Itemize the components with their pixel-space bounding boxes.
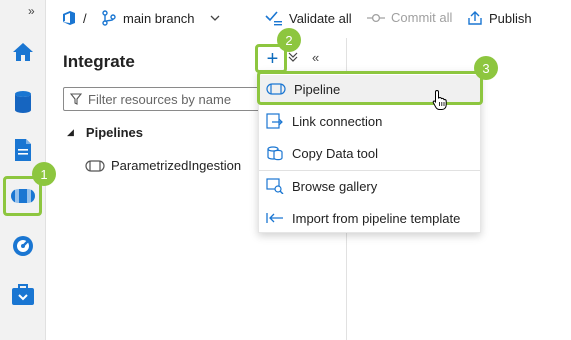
gallery-icon	[266, 178, 284, 194]
home-icon[interactable]	[8, 37, 38, 67]
commit-all-label: Commit all	[391, 10, 453, 25]
menu-item-browse-gallery[interactable]: Browse gallery	[259, 172, 480, 200]
panel-title: Integrate	[63, 52, 135, 71]
collapse-triangle-icon: ◢	[67, 127, 74, 137]
callout-badge-3: 3	[474, 56, 498, 80]
workspace-selector[interactable]: /	[61, 10, 87, 26]
data-icon[interactable]	[8, 87, 38, 117]
commit-icon	[367, 13, 385, 22]
filter-input[interactable]: Filter resources by name	[63, 87, 263, 111]
top-toolbar: / main branch Validate all Commit all Pu…	[47, 0, 571, 38]
monitor-icon[interactable]	[8, 231, 38, 261]
pipeline-icon	[85, 159, 105, 172]
manage-icon[interactable]	[8, 280, 38, 310]
publish-label: Publish	[489, 10, 532, 26]
publish-icon	[468, 11, 482, 25]
expand-rail-button[interactable]: »	[28, 4, 35, 18]
branch-selector[interactable]: main branch	[101, 10, 227, 26]
develop-icon[interactable]	[8, 135, 38, 165]
menu-item-link-connection[interactable]: Link connection	[259, 107, 480, 135]
tree-item-pipeline[interactable]: ParametrizedIngestion	[85, 158, 241, 173]
menu-item-copy-data-tool[interactable]: Copy Data tool	[259, 139, 480, 167]
tree-section-pipelines[interactable]: ◢ Pipelines	[67, 125, 143, 140]
branch-name: main branch	[123, 10, 195, 26]
copy-data-icon	[267, 146, 283, 161]
menu-item-import-template[interactable]: Import from pipeline template	[259, 204, 480, 232]
validate-all-button[interactable]: Validate all	[265, 10, 352, 26]
link-connection-icon	[266, 113, 283, 129]
validate-all-label: Validate all	[289, 10, 352, 26]
menu-separator	[259, 170, 480, 171]
publish-button[interactable]: Publish	[467, 10, 532, 26]
tree-section-label: Pipelines	[85, 125, 143, 140]
callout-badge-2: 2	[277, 28, 301, 52]
chevron-down-icon[interactable]	[287, 51, 299, 63]
commit-all-button[interactable]: Commit all	[367, 10, 452, 25]
callout-highlight-pipeline	[257, 71, 483, 105]
hand-cursor-icon	[432, 89, 447, 110]
tree-item-label: ParametrizedIngestion	[111, 158, 242, 173]
menu-item-label: Copy Data tool	[292, 145, 378, 161]
filter-placeholder: Filter resources by name	[88, 91, 232, 107]
breadcrumb-separator: /	[83, 10, 87, 26]
devops-icon	[63, 11, 75, 25]
menu-item-label: Link connection	[292, 113, 383, 129]
import-icon	[266, 213, 283, 223]
callout-badge-1: 1	[32, 162, 56, 186]
chevron-down-icon	[210, 15, 220, 21]
menu-item-label: Import from pipeline template	[292, 210, 461, 226]
collapse-panel-button[interactable]: «	[312, 50, 319, 65]
menu-item-label: Browse gallery	[292, 178, 378, 194]
validate-icon	[265, 11, 282, 26]
filter-icon	[70, 93, 82, 105]
branch-icon	[102, 10, 116, 26]
